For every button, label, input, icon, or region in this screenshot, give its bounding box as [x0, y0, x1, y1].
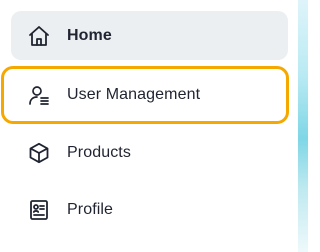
id-card-icon — [27, 198, 51, 222]
sidebar-navigation-screen: Home User Management Products Profile — [0, 0, 308, 252]
sidebar-item-user-management[interactable]: User Management — [1, 66, 289, 124]
sidebar-nav: Home User Management Products Profile — [0, 0, 300, 252]
sidebar-item-profile[interactable]: Profile — [11, 185, 288, 234]
sidebar-item-label: Home — [67, 26, 112, 44]
sidebar-item-label: User Management — [67, 86, 201, 103]
sidebar-item-home[interactable]: Home — [11, 11, 288, 60]
user-list-icon — [27, 83, 51, 107]
sidebar-item-label: Profile — [67, 200, 114, 218]
sidebar-item-label: Products — [67, 143, 131, 161]
box-icon — [27, 141, 51, 165]
home-icon — [27, 24, 51, 48]
sidebar-item-products[interactable]: Products — [11, 128, 288, 177]
